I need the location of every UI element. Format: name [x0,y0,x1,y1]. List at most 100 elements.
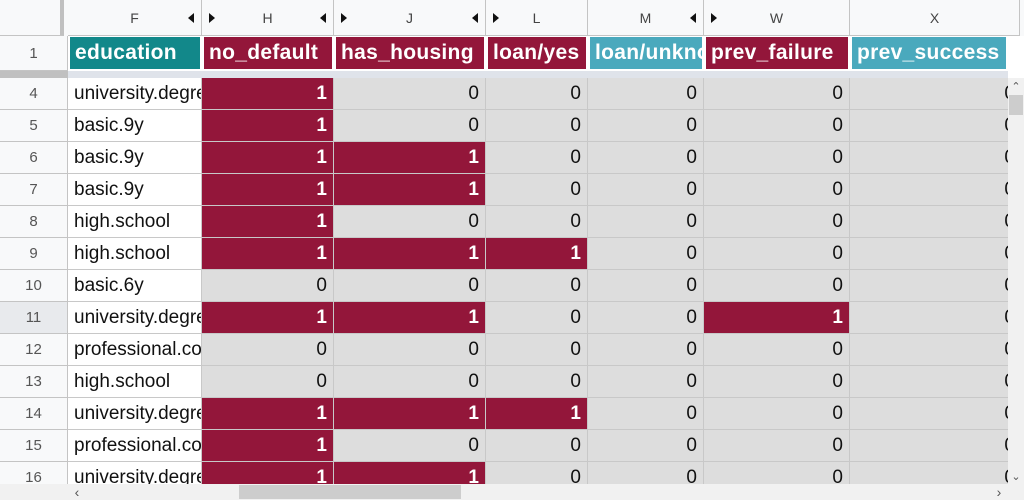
cell-h5[interactable]: 1 [202,110,334,142]
cell-w14[interactable]: 0 [704,398,850,430]
column-header-h[interactable]: H [202,0,334,36]
cell-h12[interactable]: 0 [202,334,334,366]
cell-f15[interactable]: professional.course [68,430,202,462]
cell-j10[interactable]: 0 [334,270,486,302]
cell-l4[interactable]: 0 [486,78,588,110]
horizontal-scroll-thumb[interactable] [239,485,461,499]
cell-f12[interactable]: professional.course [68,334,202,366]
cell-w6[interactable]: 0 [704,142,850,174]
cell-m6[interactable]: 0 [588,142,704,174]
cell-x8[interactable]: 0 [850,206,1016,238]
cell-j11[interactable]: 1 [334,302,486,334]
cell-x6[interactable]: 0 [850,142,1016,174]
expand-hidden-columns-icon[interactable] [341,13,347,23]
column-header-w[interactable]: W [704,0,850,36]
cell-x11[interactable]: 0 [850,302,1016,334]
cell-m15[interactable]: 0 [588,430,704,462]
row-header-5[interactable]: 5 [0,110,68,142]
cell-x5[interactable]: 0 [850,110,1016,142]
expand-hidden-columns-icon[interactable] [472,13,478,23]
cell-f10[interactable]: basic.6y [68,270,202,302]
hidden-rows-indicator[interactable] [0,71,68,78]
column-header-x[interactable]: X [850,0,1020,36]
row-header-1[interactable]: 1 [0,36,68,71]
cell-l6[interactable]: 0 [486,142,588,174]
cell-l9[interactable]: 1 [486,238,588,270]
column-header-f[interactable]: F [68,0,202,36]
row-header-8[interactable]: 8 [0,206,68,238]
cell-m12[interactable]: 0 [588,334,704,366]
header-cell-j[interactable]: has_housing [334,36,486,71]
cell-h14[interactable]: 1 [202,398,334,430]
cell-l11[interactable]: 0 [486,302,588,334]
row-header-13[interactable]: 13 [0,366,68,398]
cell-j15[interactable]: 0 [334,430,486,462]
cell-m10[interactable]: 0 [588,270,704,302]
cell-l8[interactable]: 0 [486,206,588,238]
cell-x10[interactable]: 0 [850,270,1016,302]
cell-x13[interactable]: 0 [850,366,1016,398]
cell-h10[interactable]: 0 [202,270,334,302]
expand-hidden-columns-icon[interactable] [493,13,499,23]
header-cell-f[interactable]: education [68,36,202,71]
cell-l7[interactable]: 0 [486,174,588,206]
cell-w8[interactable]: 0 [704,206,850,238]
cell-j6[interactable]: 1 [334,142,486,174]
cell-j9[interactable]: 1 [334,238,486,270]
cell-f13[interactable]: high.school [68,366,202,398]
expand-hidden-columns-icon[interactable] [690,13,696,23]
cell-l15[interactable]: 0 [486,430,588,462]
cell-x12[interactable]: 0 [850,334,1016,366]
header-cell-h[interactable]: no_default [202,36,334,71]
cell-w7[interactable]: 0 [704,174,850,206]
cell-f7[interactable]: basic.9y [68,174,202,206]
cell-l13[interactable]: 0 [486,366,588,398]
cell-w5[interactable]: 0 [704,110,850,142]
cell-f11[interactable]: university.degree [68,302,202,334]
scroll-down-icon[interactable]: ⌄ [1008,468,1024,484]
expand-hidden-columns-icon[interactable] [711,13,717,23]
cell-f14[interactable]: university.degree [68,398,202,430]
cell-j13[interactable]: 0 [334,366,486,398]
header-cell-w[interactable]: prev_failure [704,36,850,71]
select-all-corner[interactable] [0,0,64,36]
scroll-left-icon[interactable]: ‹ [70,484,84,500]
cell-x7[interactable]: 0 [850,174,1016,206]
cell-w12[interactable]: 0 [704,334,850,366]
row-header-12[interactable]: 12 [0,334,68,366]
header-cell-x[interactable]: prev_success [850,36,1008,71]
cell-m14[interactable]: 0 [588,398,704,430]
cell-w9[interactable]: 0 [704,238,850,270]
row-header-15[interactable]: 15 [0,430,68,462]
cell-h15[interactable]: 1 [202,430,334,462]
cell-w11[interactable]: 1 [704,302,850,334]
row-header-6[interactable]: 6 [0,142,68,174]
cell-f5[interactable]: basic.9y [68,110,202,142]
cell-w4[interactable]: 0 [704,78,850,110]
row-header-9[interactable]: 9 [0,238,68,270]
row-header-10[interactable]: 10 [0,270,68,302]
cell-x14[interactable]: 0 [850,398,1016,430]
header-cell-m[interactable]: loan/unknown [588,36,704,71]
cell-j4[interactable]: 0 [334,78,486,110]
column-header-m[interactable]: M [588,0,704,36]
cell-x4[interactable]: 0 [850,78,1016,110]
cell-f8[interactable]: high.school [68,206,202,238]
cell-j14[interactable]: 1 [334,398,486,430]
cell-m7[interactable]: 0 [588,174,704,206]
column-header-l[interactable]: L [486,0,588,36]
cell-l10[interactable]: 0 [486,270,588,302]
header-cell-l[interactable]: loan/yes [486,36,588,71]
cell-w15[interactable]: 0 [704,430,850,462]
cell-m8[interactable]: 0 [588,206,704,238]
cell-h4[interactable]: 1 [202,78,334,110]
cell-m9[interactable]: 0 [588,238,704,270]
cell-h7[interactable]: 1 [202,174,334,206]
row-header-7[interactable]: 7 [0,174,68,206]
cell-j8[interactable]: 0 [334,206,486,238]
cell-j5[interactable]: 0 [334,110,486,142]
expand-hidden-columns-icon[interactable] [320,13,326,23]
cell-f6[interactable]: basic.9y [68,142,202,174]
cell-m4[interactable]: 0 [588,78,704,110]
cell-l5[interactable]: 0 [486,110,588,142]
